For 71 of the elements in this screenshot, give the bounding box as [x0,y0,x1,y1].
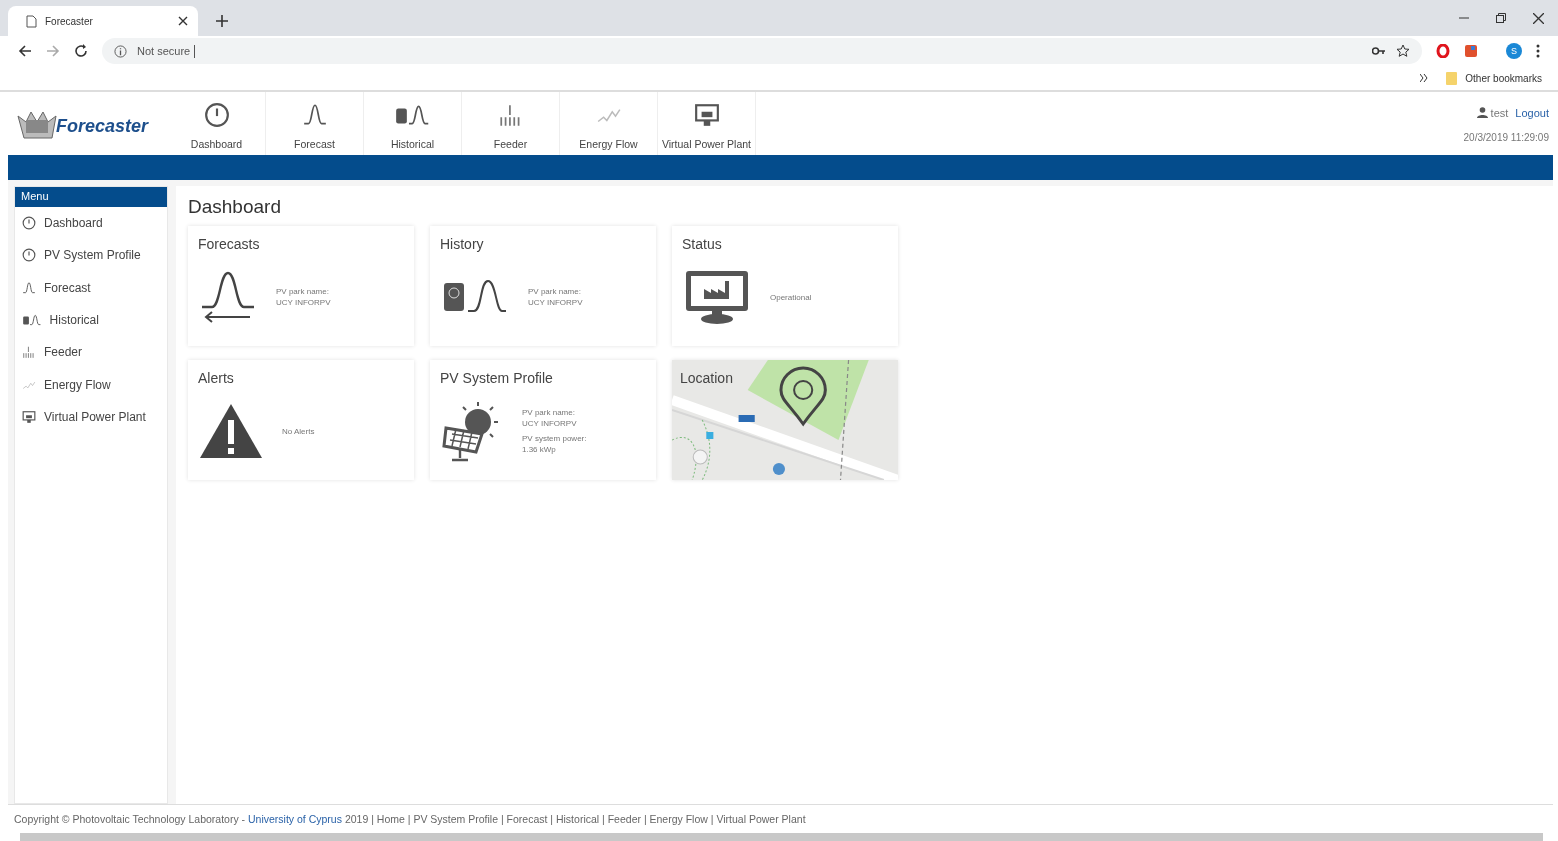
restore-icon[interactable] [1496,12,1506,23]
field-label: PV park name: [276,287,330,296]
field-value: UCY INFORPV [528,298,583,307]
card-title: Alerts [198,370,235,386]
ring-extension-icon[interactable] [1436,44,1450,58]
card-title: Location [680,370,733,386]
close-icon[interactable] [178,16,188,26]
page-title: Dashboard [188,196,282,218]
logo[interactable]: Forecaster [8,92,168,155]
card-title: History [440,236,485,252]
address-field[interactable]: Not secure [102,38,1422,64]
nav-monitor-icon [693,102,720,128]
menu-clock-icon [22,216,36,231]
field-value: 1.36 kWp [522,445,557,454]
reload-icon[interactable] [74,44,88,58]
menu-item[interactable]: PV System Profile [15,239,167,272]
menu-monitor-icon [22,409,36,424]
puzzle-extension-icon[interactable] [1464,44,1478,58]
warning-icon [200,404,262,458]
back-icon[interactable] [18,44,32,58]
card-title: Status [682,236,723,252]
field-label: PV park name: [522,408,576,417]
dashboard-card[interactable]: Alerts No Alerts [188,360,414,480]
logout-link[interactable]: Logout [1515,106,1549,119]
menu-header: Menu [15,187,167,207]
menu-item[interactable]: Feeder [15,336,167,369]
bookmark-folder[interactable]: Other bookmarks [1446,71,1542,85]
info-icon [114,44,127,58]
user-icon [1476,107,1488,118]
user-name: test [1490,106,1509,119]
tab-title: Forecaster [45,15,94,27]
bell-curve-icon [200,271,256,323]
menu-item[interactable]: Virtual Power Plant [15,400,167,434]
field-label: PV system power: [522,434,587,443]
menu-clock-icon [22,248,36,263]
page-icon [26,14,37,28]
nav-clock-icon [203,102,230,128]
menu-scroll-curve-icon [22,313,42,328]
chevrons-icon[interactable] [1420,74,1429,82]
dashboard-card[interactable]: Location [672,360,898,480]
field-value: UCY INFORPV [276,298,331,307]
status-text: Operational [770,292,812,302]
menu-bars-icon [22,345,36,360]
dashboard-card[interactable]: Forecasts PV park name: UCY INFORPV [188,226,414,346]
monitor-factory-icon [684,269,750,325]
new-tab-icon[interactable] [216,15,228,27]
dashboard-card[interactable]: History PV park name: UCY INFORPV [430,226,656,346]
menu-item[interactable]: Dashboard [15,207,167,240]
menu-icon[interactable] [1536,44,1540,58]
menu-bell-curve-icon [22,280,36,295]
copyright-text: Copyright © Photovoltaic Technology Laboratory - University of Cyprus 2019 | Home | PV System Profile | Forecast | Historical | Feeder | Energy Flow | Virtual Power Plant [14,813,806,825]
field-label: PV park name: [528,287,582,296]
university-link[interactable]: University of Cyprus [248,813,342,825]
star-icon[interactable] [1396,44,1410,58]
folder-icon [1446,71,1458,85]
browser-tab[interactable]: Forecaster [8,6,198,36]
key-icon[interactable] [1372,46,1386,56]
dashboard-card[interactable]: PV System Profile PV park name: UCY INFORPV PV system power: 1.36 kWp [430,360,656,480]
nav-bell-curve-icon [301,102,328,128]
menu-item[interactable]: Energy Flow [15,368,167,401]
card-title: PV System Profile [440,370,554,386]
profile-avatar[interactable]: S [1506,43,1522,59]
field-value: UCY INFORPV [522,419,578,428]
date-time: 20/3/2019 11:29:09 [1463,131,1549,143]
close-window-icon[interactable] [1533,12,1544,24]
dashboard-card[interactable]: Status Operational [672,226,898,346]
card-title: Forecasts [198,236,261,252]
status-text: No Alerts [282,426,315,436]
horizontal-scrollbar[interactable] [20,833,1543,841]
menu-item[interactable]: Forecast [15,271,167,304]
menu-item[interactable]: Historical [15,303,167,337]
